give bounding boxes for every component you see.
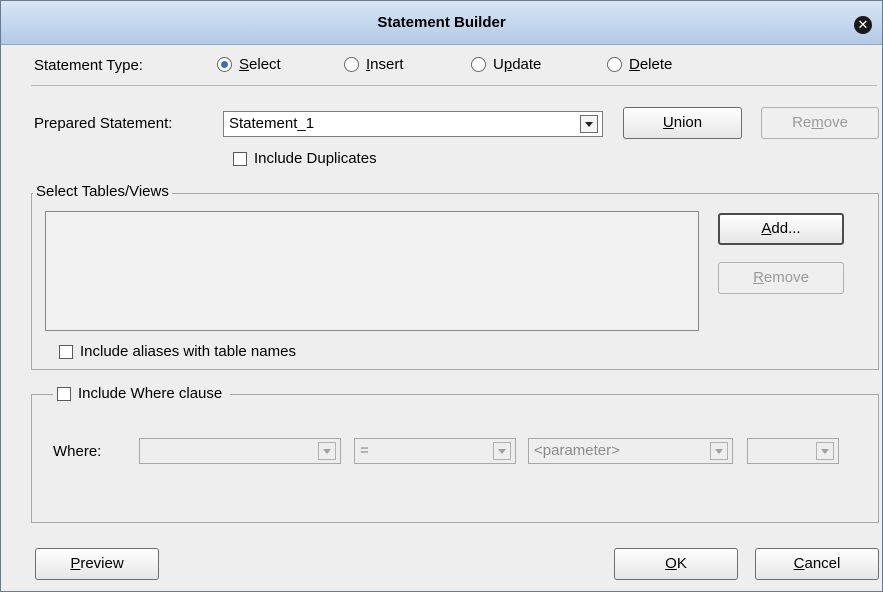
include-duplicates-checkbox[interactable]: Include Duplicates: [233, 150, 377, 167]
radio-selected-icon: [217, 57, 232, 72]
radio-unselected-icon: [607, 57, 622, 72]
where-column-combo[interactable]: [139, 438, 341, 464]
radio-select-label: Select: [239, 56, 281, 73]
cancel-button[interactable]: Cancel: [755, 548, 879, 580]
prepared-statement-label: Prepared Statement:: [34, 115, 173, 132]
where-parameter-combo[interactable]: <parameter>: [528, 438, 733, 464]
radio-select[interactable]: Select: [217, 56, 281, 73]
radio-insert[interactable]: Insert: [344, 56, 404, 73]
chevron-down-icon[interactable]: [318, 442, 336, 460]
checkbox-icon: [233, 151, 247, 166]
remove-table-button[interactable]: Remove: [718, 262, 844, 294]
tables-list[interactable]: [45, 211, 699, 331]
add-table-button[interactable]: Add...: [718, 213, 844, 245]
window-title: Statement Builder: [377, 14, 506, 31]
radio-update[interactable]: Update: [471, 56, 541, 73]
include-aliases-checkbox[interactable]: Include aliases with table names: [59, 343, 296, 360]
union-button[interactable]: Union: [623, 107, 742, 139]
radio-delete[interactable]: Delete: [607, 56, 672, 73]
where-connector-combo[interactable]: [747, 438, 839, 464]
checkbox-icon: [57, 386, 71, 401]
include-duplicates-label: Include Duplicates: [254, 150, 377, 167]
where-operator-combo[interactable]: =: [354, 438, 516, 464]
include-where-label: Include Where clause: [78, 385, 223, 402]
statement-type-label: Statement Type:: [34, 57, 143, 74]
include-where-checkbox[interactable]: Include Where clause: [53, 385, 231, 402]
remove-statement-button[interactable]: Remove: [761, 107, 879, 139]
chevron-down-icon[interactable]: [816, 442, 834, 460]
where-label: Where:: [53, 443, 102, 460]
checkbox-icon: [59, 344, 73, 359]
radio-delete-label: Delete: [629, 56, 673, 73]
radio-insert-label: Insert: [366, 56, 404, 73]
prepared-statement-combo[interactable]: Statement_1: [223, 111, 603, 137]
where-operator-value: =: [360, 442, 369, 459]
prepared-statement-value: Statement_1: [229, 115, 315, 132]
chevron-down-icon[interactable]: [580, 115, 598, 133]
radio-unselected-icon: [344, 57, 359, 72]
ok-button[interactable]: OK: [614, 548, 738, 580]
close-icon[interactable]: ✕: [854, 16, 872, 34]
select-tables-legend: Select Tables/Views: [33, 183, 172, 200]
radio-unselected-icon: [471, 57, 486, 72]
preview-button[interactable]: Preview: [35, 548, 159, 580]
radio-update-label: Update: [493, 56, 542, 73]
include-aliases-label: Include aliases with table names: [80, 343, 296, 360]
statement-builder-dialog: Statement Builder ✕ Statement Type: Sele…: [0, 0, 883, 592]
separator: [31, 85, 877, 86]
title-bar[interactable]: Statement Builder ✕: [1, 1, 882, 45]
where-parameter-value: <parameter>: [534, 442, 620, 459]
chevron-down-icon[interactable]: [710, 442, 728, 460]
chevron-down-icon[interactable]: [493, 442, 511, 460]
